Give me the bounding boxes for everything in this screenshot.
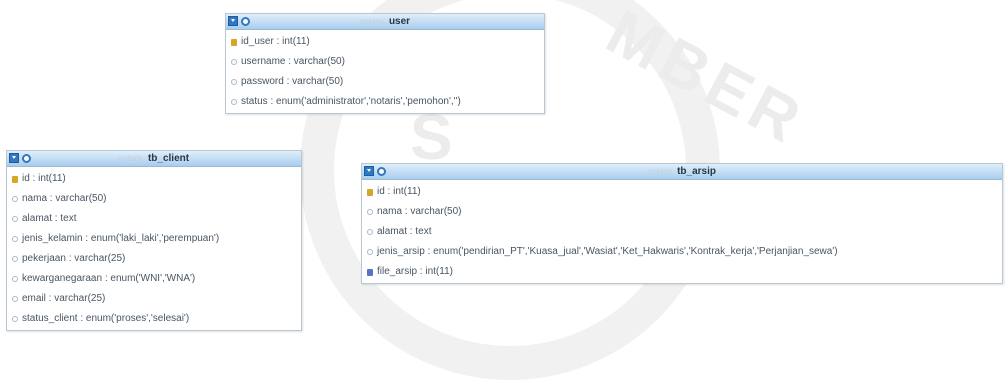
field-label: id : int(11) — [377, 186, 421, 197]
database-name: notaris — [118, 154, 143, 163]
field-row[interactable]: username : varchar(50) — [226, 52, 544, 72]
field-row[interactable]: id : int(11) — [362, 182, 1002, 202]
field-label: file_arsip : int(11) — [377, 266, 453, 277]
field-label: jenis_kelamin : enum('laki_laki','peremp… — [22, 233, 220, 244]
field-icon — [231, 79, 237, 85]
field-icon — [12, 276, 18, 282]
field-label: id_user : int(11) — [241, 36, 310, 47]
field-row[interactable]: alamat : text — [7, 209, 301, 229]
field-label: status_client : enum('proses','selesai') — [22, 313, 190, 324]
table-name: tb_client — [147, 153, 190, 164]
field-icon — [12, 296, 18, 302]
field-row[interactable]: id_user : int(11) — [226, 32, 544, 52]
field-icon — [367, 249, 373, 255]
field-label: status : enum('administrator','notaris',… — [241, 96, 461, 107]
table-name: tb_arsip — [677, 166, 716, 177]
field-label: username : varchar(50) — [241, 56, 345, 67]
field-icon — [12, 256, 18, 262]
field-label: alamat : text — [22, 213, 77, 224]
table-tb-client[interactable]: notaris .tb_client id : int(11) nama : va… — [6, 150, 302, 331]
table-header[interactable]: notaris .tb_arsip — [362, 164, 1002, 180]
table-header[interactable]: notaris .user — [226, 14, 544, 30]
field-row[interactable]: pekerjaan : varchar(25) — [7, 249, 301, 269]
table-user[interactable]: notaris .user id_user : int(11) username … — [225, 13, 545, 114]
field-icon — [12, 236, 18, 242]
database-name: notaris — [359, 17, 384, 26]
field-row[interactable]: nama : varchar(50) — [362, 202, 1002, 222]
field-label: jenis_arsip : enum('pendirian_PT','Kuasa… — [377, 246, 838, 257]
field-icon — [12, 196, 18, 202]
table-title: notaris .user — [359, 16, 411, 27]
table-title: notaris .tb_client — [118, 153, 190, 164]
field-label: id : int(11) — [22, 173, 66, 184]
table-tb-arsip[interactable]: notaris .tb_arsip id : int(11) nama : var… — [361, 163, 1003, 284]
field-row[interactable]: kewarganegaraan : enum('WNI','WNA') — [7, 269, 301, 289]
database-name: notaris — [648, 167, 673, 176]
key-icon — [367, 188, 373, 196]
field-icon — [12, 316, 18, 322]
field-label: pekerjaan : varchar(25) — [22, 253, 126, 264]
field-row[interactable]: email : varchar(25) — [7, 289, 301, 309]
field-row[interactable]: nama : varchar(50) — [7, 189, 301, 209]
field-row[interactable]: jenis_kelamin : enum('laki_laki','peremp… — [7, 229, 301, 249]
field-row[interactable]: alamat : text — [362, 222, 1002, 242]
field-label: nama : varchar(50) — [377, 206, 462, 217]
key-icon — [12, 175, 18, 183]
field-list: id_user : int(11) username : varchar(50) p… — [226, 30, 544, 113]
table-title: notaris .tb_arsip — [648, 166, 716, 177]
field-icon — [231, 99, 237, 105]
key-icon — [231, 38, 237, 46]
field-row[interactable]: status : enum('administrator','notaris',… — [226, 92, 544, 112]
fk-icon — [367, 268, 373, 276]
table-name: user — [388, 16, 411, 27]
table-header[interactable]: notaris .tb_client — [7, 151, 301, 167]
field-label: nama : varchar(50) — [22, 193, 107, 204]
field-row[interactable]: id : int(11) — [7, 169, 301, 189]
field-icon — [231, 59, 237, 65]
field-label: email : varchar(25) — [22, 293, 106, 304]
field-row[interactable]: status_client : enum('proses','selesai') — [7, 309, 301, 329]
watermark-text: MBER — [595, 0, 817, 159]
field-label: password : varchar(50) — [241, 76, 344, 87]
field-row[interactable]: jenis_arsip : enum('pendirian_PT','Kuasa… — [362, 242, 1002, 262]
field-row[interactable]: file_arsip : int(11) — [362, 262, 1002, 282]
field-icon — [367, 229, 373, 235]
field-list: id : int(11) nama : varchar(50) alamat : t… — [362, 180, 1002, 283]
field-label: alamat : text — [377, 226, 432, 237]
field-row[interactable]: password : varchar(50) — [226, 72, 544, 92]
field-icon — [367, 209, 373, 215]
field-list: id : int(11) nama : varchar(50) alamat : t… — [7, 167, 301, 330]
field-label: kewarganegaraan : enum('WNI','WNA') — [22, 273, 196, 284]
field-icon — [12, 216, 18, 222]
